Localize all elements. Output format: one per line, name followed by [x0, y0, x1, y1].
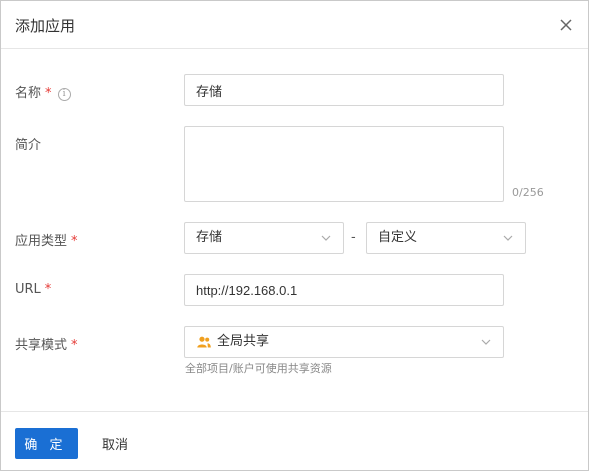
app-type-primary-select[interactable]: 存储	[184, 222, 344, 254]
share-mode-hint: 全部项目/账户可使用共享资源	[185, 362, 332, 375]
description-counter: 0/256	[512, 186, 544, 199]
chevron-down-icon	[481, 339, 491, 345]
dialog-footer: 确 定 取消	[1, 411, 588, 472]
chevron-down-icon	[503, 235, 513, 241]
app-type-label-row: 应用类型 *	[15, 230, 78, 249]
share-mode-label-row: 共享模式 *	[15, 334, 78, 353]
chevron-down-icon	[321, 235, 331, 241]
url-label-row: URL *	[15, 282, 51, 297]
share-mode-value: 全局共享	[217, 334, 270, 349]
name-label: 名称	[15, 86, 42, 101]
share-mode-label: 共享模式	[15, 338, 68, 353]
description-textarea[interactable]	[184, 126, 504, 202]
name-label-row: 名称 * i	[15, 82, 71, 101]
url-label: URL	[15, 282, 41, 297]
app-type-secondary-value: 自定义	[378, 230, 418, 245]
cancel-button[interactable]: 取消	[93, 428, 137, 459]
info-icon[interactable]: i	[57, 88, 71, 101]
dialog-header: 添加应用	[1, 1, 588, 49]
confirm-button[interactable]: 确 定	[15, 428, 78, 459]
type-separator: -	[351, 230, 356, 245]
description-label: 简介	[15, 138, 42, 153]
app-type-primary-value: 存储	[196, 230, 223, 245]
app-type-label: 应用类型	[15, 234, 68, 249]
share-mode-select[interactable]: 全局共享	[184, 326, 504, 358]
required-mark: *	[44, 282, 52, 297]
required-mark: *	[71, 338, 78, 353]
app-type-secondary-select[interactable]: 自定义	[366, 222, 526, 254]
users-icon	[197, 336, 211, 348]
add-app-dialog: 添加应用 名称*i 简介 0/256 应用类型* 存储 - 自定义 URL* 共…	[0, 0, 589, 471]
url-input[interactable]	[184, 274, 504, 306]
dialog-title: 添加应用	[15, 17, 76, 35]
required-mark: *	[45, 86, 52, 101]
name-input[interactable]	[184, 74, 504, 106]
close-icon[interactable]	[558, 17, 574, 33]
required-mark: *	[71, 234, 78, 249]
